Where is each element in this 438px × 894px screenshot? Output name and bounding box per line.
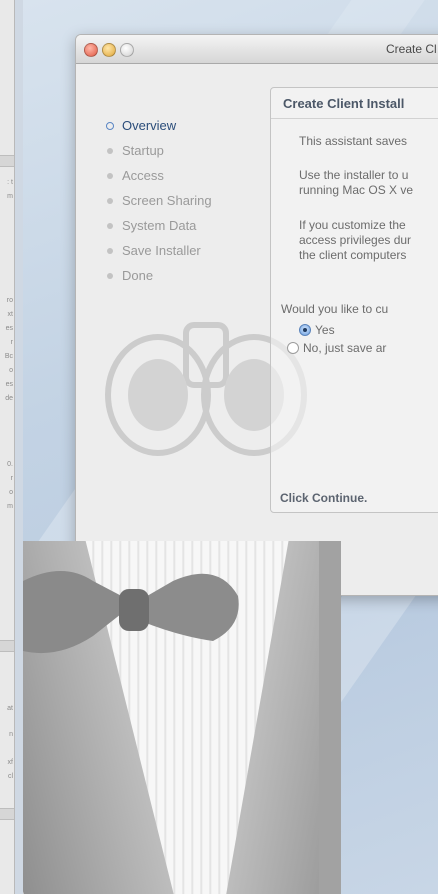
- step-bullet-icon: [107, 147, 113, 154]
- desktop-gap: [15, 0, 23, 894]
- content-pane: Create Client Install This assistant sav…: [270, 87, 438, 513]
- step-label: System Data: [122, 218, 197, 233]
- tuxedo-bowtie-icon: [23, 541, 341, 894]
- title-bar[interactable]: Create Cl: [76, 35, 438, 64]
- step-bullet-icon: [107, 222, 113, 229]
- radio-yes-label: Yes: [315, 323, 335, 337]
- customize-text-line-1: If you customize the: [299, 218, 406, 232]
- customize-question: Would you like to cu: [281, 302, 389, 316]
- step-label: Overview: [122, 118, 177, 133]
- step-system-data: System Data: [106, 213, 212, 238]
- create-client-installer-window: Create Cl Overview Startup Access Screen…: [75, 34, 438, 596]
- customize-text-line-3: the client computers: [299, 248, 407, 262]
- step-bullet-icon: [107, 247, 113, 254]
- step-overview: Overview: [106, 113, 212, 138]
- use-text-line-1: Use the installer to u: [299, 168, 409, 182]
- current-step-icon: [106, 121, 114, 130]
- radio-no-label: No, just save ar: [303, 341, 387, 355]
- step-done: Done: [106, 263, 212, 288]
- step-access: Access: [106, 163, 212, 188]
- step-label: Access: [122, 168, 164, 183]
- bowtie-icon: [23, 571, 239, 654]
- radio-unselected-icon[interactable]: [287, 342, 299, 354]
- step-label: Save Installer: [122, 243, 201, 258]
- radio-selected-icon[interactable]: [299, 324, 311, 336]
- divider: [271, 118, 438, 119]
- radio-yes[interactable]: Yes: [299, 323, 335, 337]
- zoom-icon[interactable]: [120, 43, 134, 57]
- intro-text: This assistant saves: [299, 134, 408, 148]
- step-startup: Startup: [106, 138, 212, 163]
- footer-instruction: Click Continue.: [280, 491, 368, 505]
- step-label: Screen Sharing: [122, 193, 212, 208]
- radio-no[interactable]: No, just save ar: [287, 341, 386, 355]
- background-document: : t m ro xt es r Bc o es de 0. r o m at …: [0, 0, 15, 894]
- window-title: Create Cl: [386, 42, 437, 56]
- use-text-line-2: running Mac OS X ve: [299, 183, 414, 197]
- step-bullet-icon: [107, 172, 113, 179]
- close-icon[interactable]: [84, 43, 98, 57]
- step-label: Startup: [122, 143, 164, 158]
- step-bullet-icon: [107, 197, 113, 204]
- step-list: Overview Startup Access Screen Sharing S…: [106, 113, 212, 288]
- step-screen-sharing: Screen Sharing: [106, 188, 212, 213]
- minimize-icon[interactable]: [102, 43, 116, 57]
- step-save-installer: Save Installer: [106, 238, 212, 263]
- customize-text-line-2: access privileges dur: [299, 233, 412, 247]
- pane-title: Create Client Install: [283, 96, 405, 111]
- step-label: Done: [122, 268, 154, 283]
- step-bullet-icon: [107, 272, 113, 279]
